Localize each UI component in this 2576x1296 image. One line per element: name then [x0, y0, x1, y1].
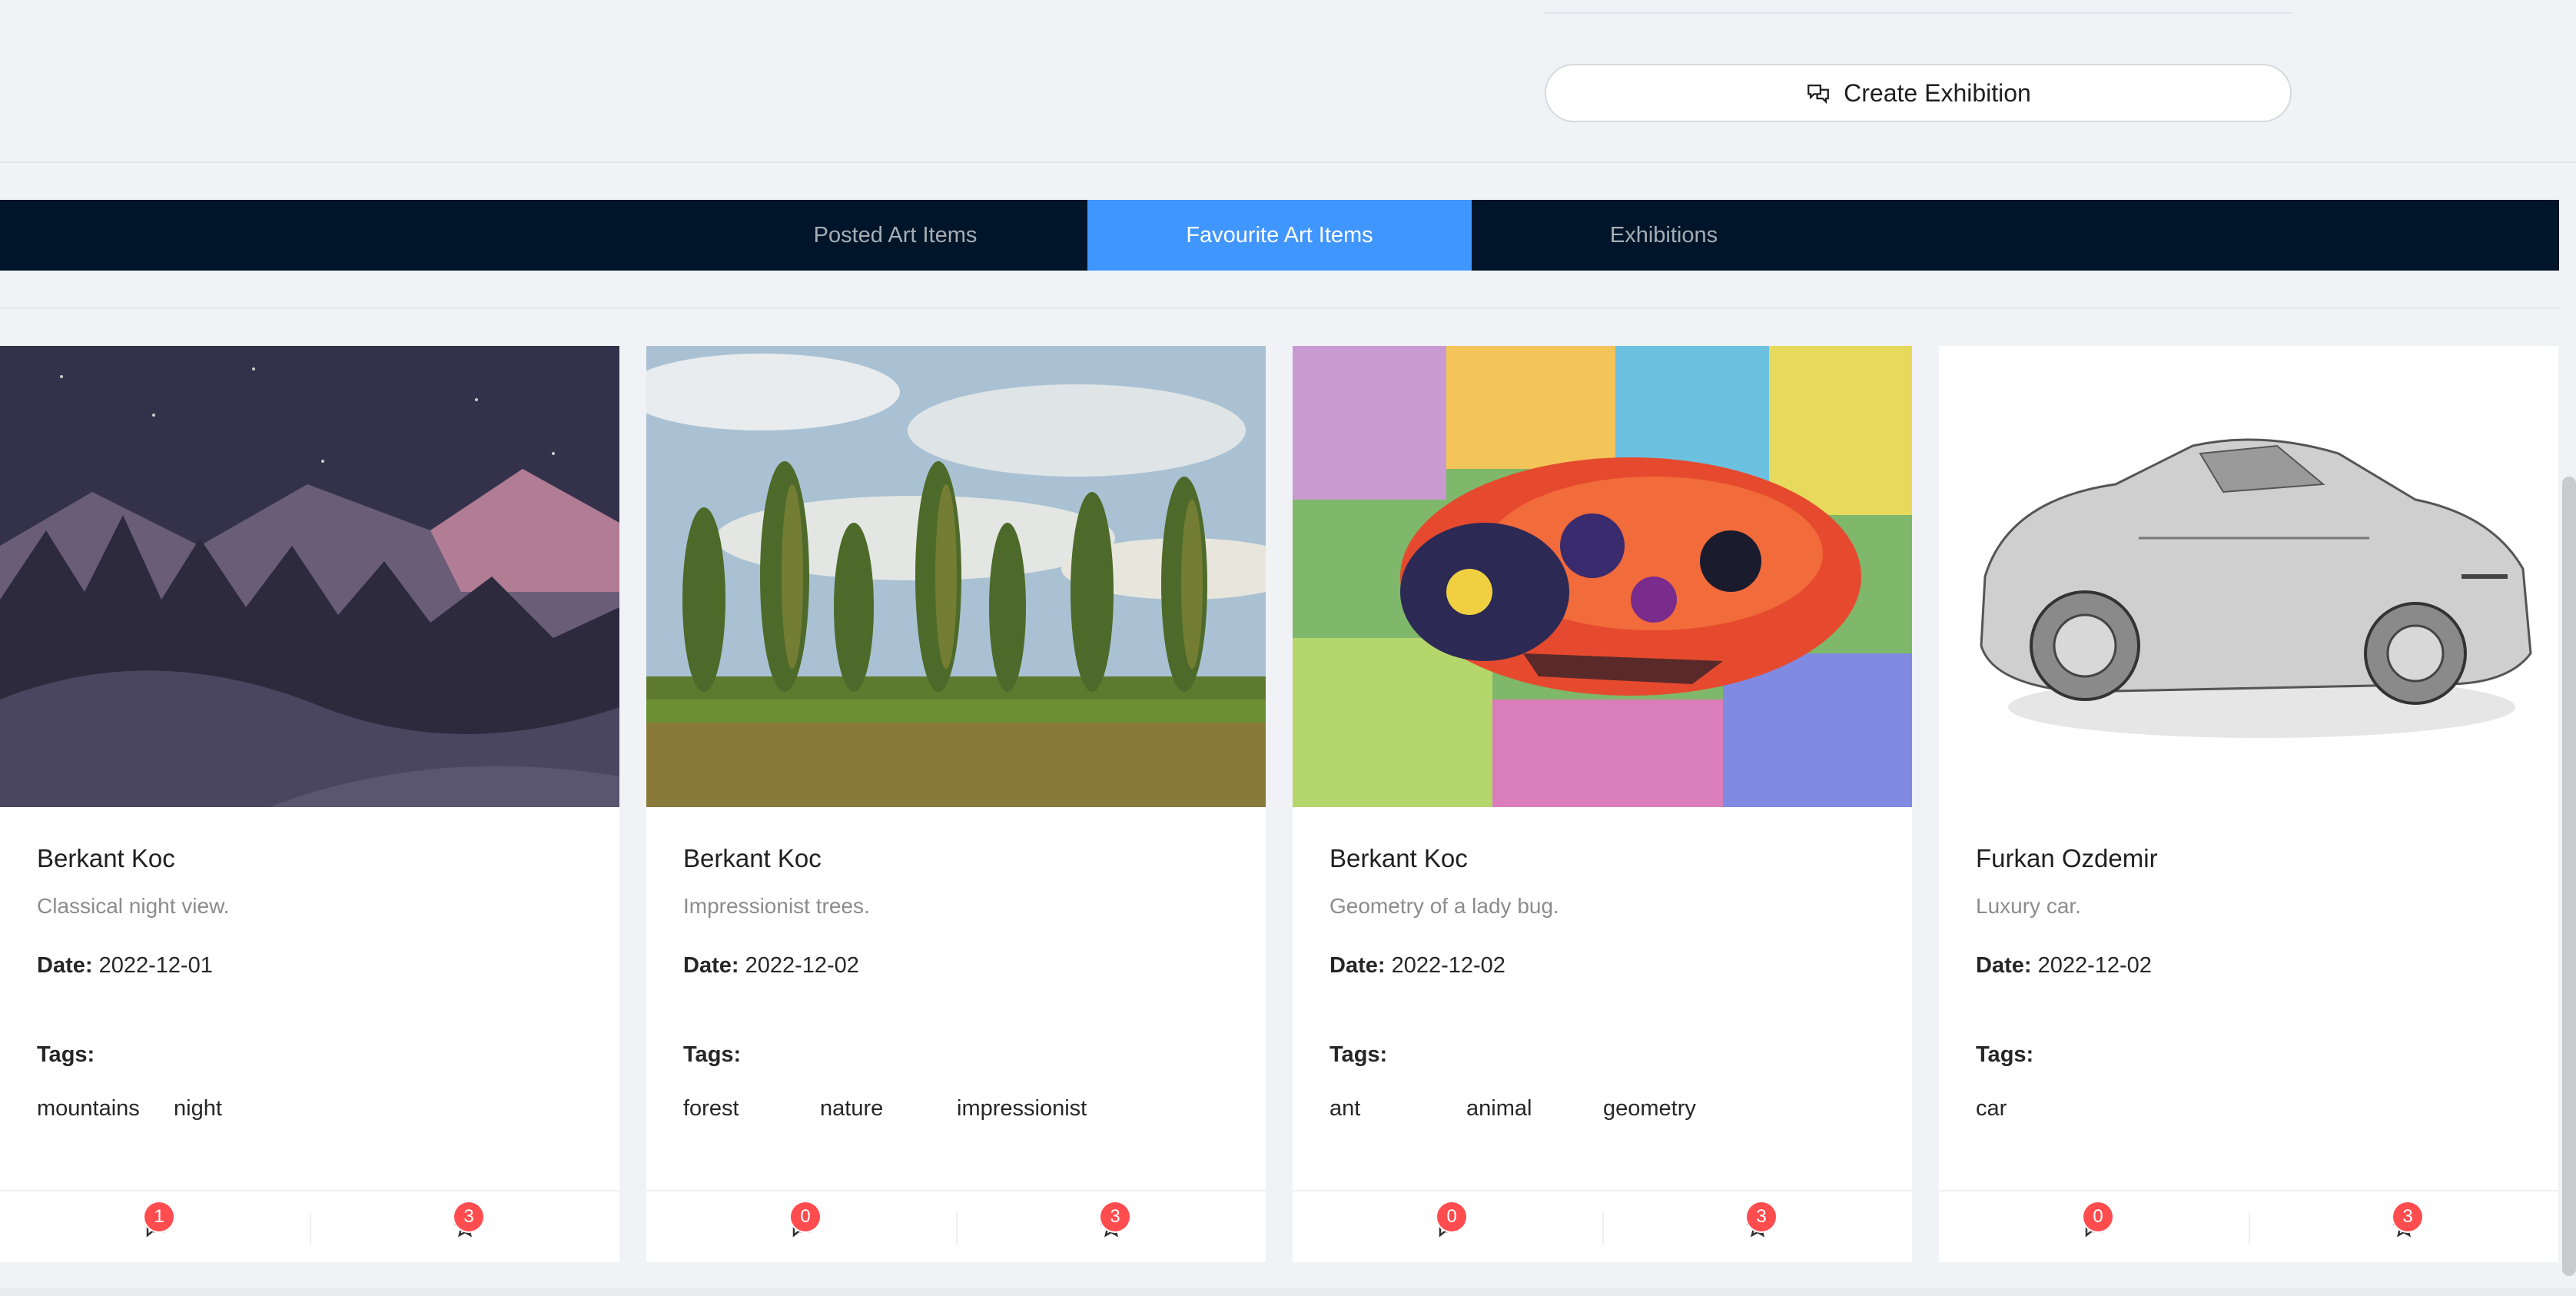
art-image-night-view[interactable] — [0, 346, 619, 807]
art-image-lady-bug[interactable] — [1293, 346, 1912, 807]
tags-list: car — [1976, 1096, 2007, 1122]
tag[interactable]: geometry — [1603, 1096, 1696, 1122]
card-actions: 1 3 — [0, 1190, 619, 1262]
comment-button[interactable]: 1 — [0, 1191, 310, 1262]
artist-name: Berkant Koc — [37, 844, 175, 872]
card-actions: 0 3 — [646, 1190, 1266, 1262]
tag[interactable]: ant — [1329, 1096, 1466, 1122]
like-button[interactable]: 3 — [1602, 1191, 1912, 1262]
tag[interactable]: animal — [1466, 1096, 1603, 1122]
art-date: Date: 2022-12-02 — [1329, 953, 1505, 979]
date-label: Date: — [683, 953, 739, 978]
tag[interactable]: nature — [820, 1096, 957, 1122]
date-value: 2022-12-02 — [1391, 953, 1505, 978]
like-button[interactable]: 3 — [310, 1191, 619, 1262]
tab-exhibitions[interactable]: Exhibitions — [1472, 200, 1856, 271]
card-actions: 0 3 — [1293, 1190, 1912, 1262]
section-divider — [0, 161, 2576, 163]
tags-list: mountains night — [37, 1096, 222, 1122]
tags-list: ant animal geometry — [1329, 1096, 1696, 1122]
tag[interactable]: mountains — [37, 1096, 174, 1122]
art-card[interactable]: Berkant Koc Impressionist trees. Date: 2… — [646, 346, 1266, 1262]
art-description: Luxury car. — [1976, 894, 2081, 918]
horizontal-scrollbar[interactable] — [0, 1288, 2576, 1296]
date-label: Date: — [1976, 953, 2032, 978]
tags-label: Tags: — [1976, 1042, 2034, 1067]
date-label: Date: — [1329, 953, 1386, 978]
comment-button[interactable]: 0 — [1939, 1191, 2249, 1262]
date-value: 2022-12-02 — [745, 953, 859, 978]
top-divider — [1545, 12, 2293, 14]
art-card[interactable]: Berkant Koc Classical night view. Date: … — [0, 346, 619, 1262]
like-count-badge: 3 — [1747, 1202, 1776, 1231]
date-value: 2022-12-01 — [98, 953, 213, 978]
card-actions: 0 3 — [1939, 1190, 2558, 1262]
like-count-badge: 3 — [454, 1202, 483, 1231]
comment-count-badge: 0 — [1437, 1202, 1466, 1231]
tag[interactable]: car — [1976, 1096, 2007, 1122]
art-date: Date: 2022-12-02 — [683, 953, 859, 979]
art-image-impressionist-trees[interactable] — [646, 346, 1266, 807]
tab-posted-art-items[interactable]: Posted Art Items — [703, 200, 1087, 271]
art-card[interactable]: Furkan Ozdemir Luxury car. Date: 2022-12… — [1939, 346, 2558, 1262]
art-date: Date: 2022-12-01 — [37, 953, 213, 979]
art-date: Date: 2022-12-02 — [1976, 953, 2152, 979]
create-exhibition-button[interactable]: Create Exhibition — [1545, 64, 2292, 122]
tag[interactable]: forest — [683, 1096, 820, 1122]
like-button[interactable]: 3 — [2249, 1191, 2558, 1262]
artist-name: Berkant Koc — [683, 844, 822, 872]
tag[interactable]: impressionist — [957, 1096, 1087, 1122]
like-count-badge: 3 — [2393, 1202, 2422, 1231]
create-exhibition-label: Create Exhibition — [1844, 78, 2031, 107]
art-card[interactable]: Berkant Koc Geometry of a lady bug. Date… — [1293, 346, 1912, 1262]
art-description: Classical night view. — [37, 894, 230, 918]
tags-label: Tags: — [683, 1042, 742, 1067]
vertical-scrollbar[interactable] — [2562, 477, 2576, 1276]
tags-label: Tags: — [37, 1042, 95, 1067]
content-divider — [0, 307, 2559, 309]
tags-list: forest nature impressionist — [683, 1096, 1087, 1122]
art-description: Geometry of a lady bug. — [1329, 894, 1559, 918]
tags-label: Tags: — [1329, 1042, 1388, 1067]
comment-count-badge: 0 — [2083, 1202, 2113, 1231]
tab-favourite-art-items[interactable]: Favourite Art Items — [1087, 200, 1472, 271]
date-label: Date: — [37, 953, 93, 978]
art-image-luxury-car[interactable] — [1939, 346, 2558, 807]
comment-count-badge: 1 — [144, 1202, 174, 1231]
tag[interactable]: night — [174, 1096, 222, 1122]
like-button[interactable]: 3 — [956, 1191, 1266, 1262]
artist-name: Furkan Ozdemir — [1976, 844, 2158, 872]
artist-name: Berkant Koc — [1329, 844, 1468, 872]
art-description: Impressionist trees. — [683, 894, 870, 918]
comment-count-badge: 0 — [791, 1202, 820, 1231]
comment-button[interactable]: 0 — [1293, 1191, 1602, 1262]
like-count-badge: 3 — [1100, 1202, 1130, 1231]
chat-bubbles-icon — [1808, 84, 1830, 105]
comment-button[interactable]: 0 — [646, 1191, 956, 1262]
tab-bar: Posted Art Items Favourite Art Items Exh… — [0, 200, 2559, 271]
date-value: 2022-12-02 — [2037, 953, 2152, 978]
